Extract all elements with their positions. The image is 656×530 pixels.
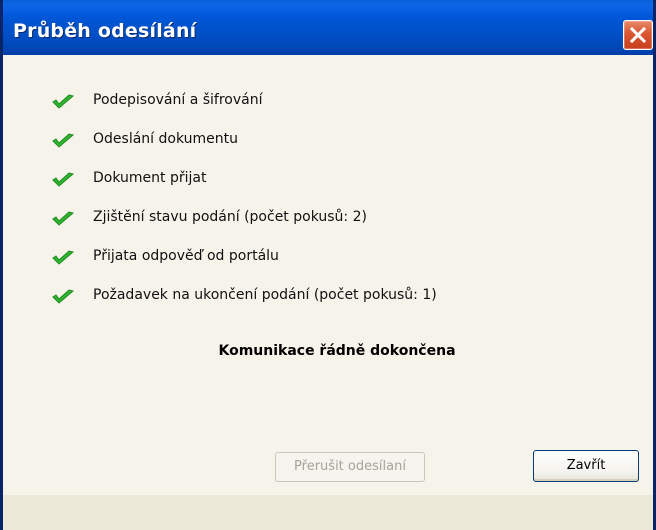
completion-message: Komunikace řádně dokončena — [218, 343, 456, 359]
abort-sending-button[interactable]: Přerušit odesílaní — [275, 452, 425, 482]
status-label: Dokument přijat — [93, 170, 207, 186]
check-icon — [52, 289, 75, 304]
status-item-sending: Odeslání dokumentu — [51, 130, 611, 152]
window-title: Průběh odesílání — [13, 20, 197, 42]
title-bar[interactable]: Průběh odesílání — [3, 0, 653, 55]
status-label: Odeslání dokumentu — [93, 131, 238, 147]
close-icon — [629, 26, 647, 44]
status-label: Požadavek na ukončení podání (počet poku… — [93, 287, 437, 303]
check-icon — [52, 172, 75, 187]
status-item-response: Přijata odpověď od portálu — [51, 247, 611, 269]
check-icon — [52, 250, 75, 265]
dialog-window: Průběh odesílání Podepisování a šifrován… — [0, 0, 656, 530]
status-item-received: Dokument přijat — [51, 169, 611, 191]
status-item-termination: Požadavek na ukončení podání (počet poku… — [51, 286, 611, 308]
dialog-content: Podepisování a šifrování Odeslání dokume… — [3, 55, 653, 530]
status-label: Podepisování a šifrování — [93, 92, 263, 108]
status-item-status-check: Zjištění stavu podání (počet pokusů: 2) — [51, 208, 611, 230]
check-icon — [52, 94, 75, 109]
bottom-strip — [3, 495, 653, 530]
check-icon — [52, 133, 75, 148]
status-item-signing: Podepisování a šifrování — [51, 91, 611, 113]
check-icon — [52, 211, 75, 226]
status-label: Přijata odpověď od portálu — [93, 248, 279, 264]
status-label: Zjištění stavu podání (počet pokusů: 2) — [93, 209, 367, 225]
close-button[interactable]: Zavřít — [533, 450, 639, 482]
close-window-button[interactable] — [623, 20, 653, 50]
